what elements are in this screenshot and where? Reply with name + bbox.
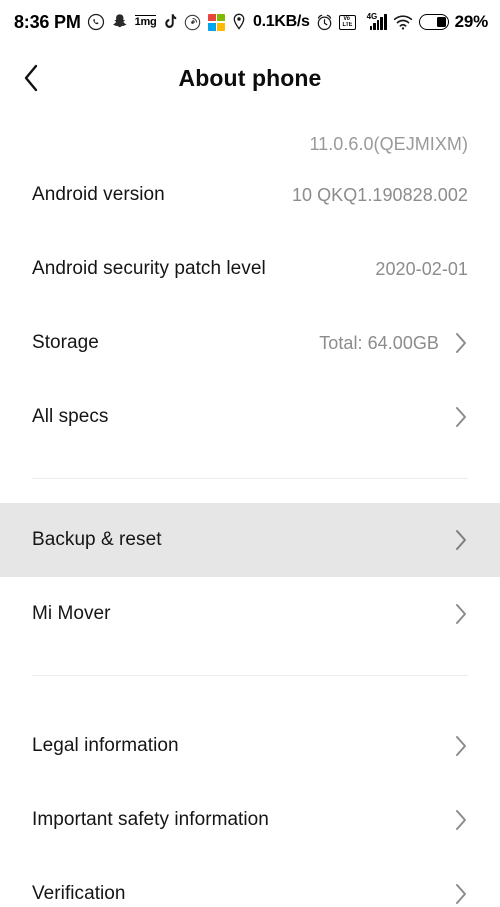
alarm-clock-icon — [317, 14, 331, 30]
row-label: Legal information — [32, 735, 179, 756]
whatsapp-icon — [87, 13, 104, 31]
status-bar-system-icons: 0.1KB/s Vo LTE 4G 29% — [253, 12, 488, 32]
row-label: Android version — [32, 184, 165, 205]
network-type-label: 4G — [366, 12, 378, 21]
snapchat-icon — [112, 14, 126, 28]
list-item-legal-information[interactable]: Legal information — [0, 709, 500, 783]
list-item-miui-version[interactable]: 11.0.6.0(QEJMIXM) — [0, 112, 500, 158]
location-pin-icon — [233, 13, 245, 30]
list-item-important-safety-information[interactable]: Important safety information — [0, 783, 500, 857]
chevron-right-icon — [455, 883, 468, 905]
section-spacer — [0, 676, 500, 709]
chevron-right-icon — [455, 332, 468, 354]
signal-4g-icon: 4G — [362, 12, 387, 30]
list-item-android-version[interactable]: Android version 10 QKQ1.190828.002 — [0, 158, 500, 232]
office-grid-icon — [208, 13, 226, 31]
row-label: Android security patch level — [32, 258, 266, 279]
battery-percent-label: 29% — [454, 12, 489, 31]
list-item-all-specs[interactable]: All specs — [0, 380, 500, 454]
chevron-right-icon — [455, 406, 468, 428]
list-item-backup-reset[interactable]: Backup & reset — [0, 503, 500, 577]
chevron-left-icon — [24, 64, 38, 92]
chevron-right-icon — [455, 735, 468, 757]
row-label: Important safety information — [32, 809, 269, 830]
status-bar-clock: 8:36 PM — [14, 11, 81, 32]
row-value: Total: 64.00GB — [319, 332, 439, 353]
status-bar-notification-icons: 1mg — [87, 13, 247, 31]
row-label: Storage — [32, 332, 99, 353]
list-item-storage[interactable]: Storage Total: 64.00GB — [0, 306, 500, 380]
volte-icon: Vo LTE — [338, 14, 356, 30]
row-value: 2020-02-01 — [375, 258, 468, 279]
tiktok-icon — [165, 14, 177, 28]
row-label: All specs — [32, 406, 109, 427]
music-disc-icon — [185, 14, 201, 30]
chevron-right-icon — [455, 603, 468, 625]
onemg-icon: 1mg — [134, 15, 157, 29]
row-label: Verification — [32, 883, 126, 904]
section-spacer — [0, 651, 500, 675]
section-spacer — [0, 479, 500, 503]
app-header: About phone — [0, 44, 500, 112]
list-item-security-patch[interactable]: Android security patch level 2020-02-01 — [0, 232, 500, 306]
list-item-mi-mover[interactable]: Mi Mover — [0, 577, 500, 651]
row-value: 10 QKQ1.190828.002 — [291, 184, 468, 205]
section-spacer — [0, 454, 500, 478]
wifi-icon — [393, 15, 412, 30]
back-button[interactable] — [0, 44, 62, 112]
battery-fill — [436, 17, 446, 27]
row-value: 11.0.6.0(QEJMIXM) — [309, 134, 468, 154]
row-label: Backup & reset — [32, 529, 162, 550]
chevron-right-icon — [455, 809, 468, 831]
list-item-verification[interactable]: Verification — [0, 857, 500, 907]
settings-list[interactable]: 11.0.6.0(QEJMIXM) Android version 10 QKQ… — [0, 112, 500, 907]
battery-icon — [418, 14, 449, 30]
page-title: About phone — [178, 64, 322, 91]
network-speed-label: 0.1KB/s — [252, 13, 310, 30]
chevron-right-icon — [455, 529, 468, 551]
status-bar: 8:36 PM 1mg 0.1KB/s Vo LTE 4G 29% — [0, 0, 500, 44]
row-label: Mi Mover — [32, 603, 111, 624]
